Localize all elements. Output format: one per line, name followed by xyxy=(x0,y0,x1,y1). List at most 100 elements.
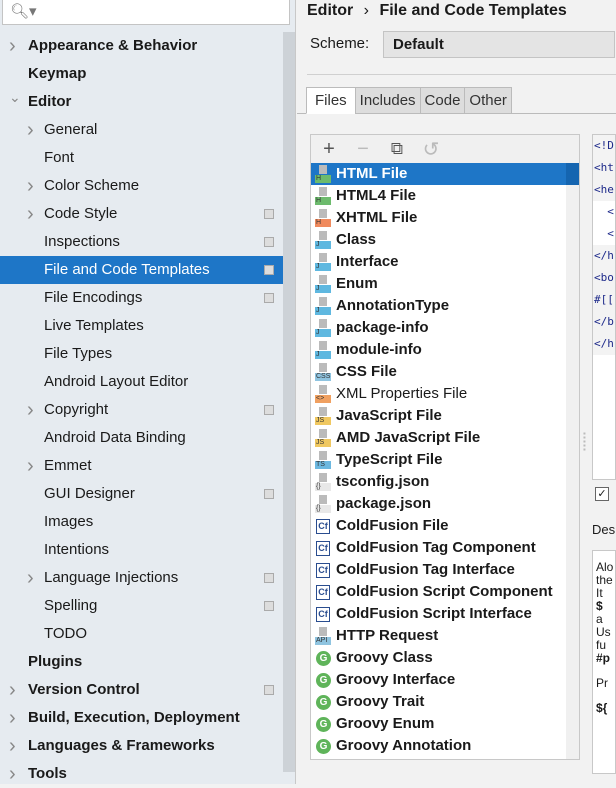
template-list-item[interactable]: <> XML Properties File xyxy=(311,383,579,405)
code-line: </h xyxy=(593,245,615,267)
sidebar-item[interactable]: File Types xyxy=(0,340,283,368)
template-list-item[interactable]: {} tsconfig.json xyxy=(311,471,579,493)
chevron-right-icon[interactable]: › xyxy=(27,564,34,592)
chevron-down-icon[interactable]: ⌄ xyxy=(9,83,21,111)
sidebar-item[interactable]: Font xyxy=(0,144,283,172)
sidebar-item[interactable]: GUI Designer xyxy=(0,480,283,508)
sidebar-item[interactable]: › Code Style xyxy=(0,200,283,228)
template-list-item[interactable]: CSS CSS File xyxy=(311,361,579,383)
sidebar-item[interactable]: › Languages & Frameworks xyxy=(0,732,283,760)
template-list-item[interactable]: JS JavaScript File xyxy=(311,405,579,427)
groovy-file-icon: G xyxy=(315,671,331,689)
tab-includes[interactable]: Includes xyxy=(354,87,421,114)
json-file-icon: {} xyxy=(315,473,331,491)
chevron-right-icon[interactable]: › xyxy=(27,396,34,424)
tab-code[interactable]: Code xyxy=(419,87,466,114)
template-list-item[interactable]: G Groovy Trait xyxy=(311,691,579,713)
splitter-handle[interactable]: ▪ ▪ ▪ ▪ ▪ xyxy=(583,430,586,454)
sidebar-item[interactable]: › Emmet xyxy=(0,452,283,480)
scrollbar-thumb[interactable] xyxy=(566,163,579,185)
template-list-item[interactable]: Jpackage-info xyxy=(311,317,579,339)
sidebar-scrollbar[interactable] xyxy=(283,32,295,772)
template-list-item[interactable]: JS AMD JavaScript File xyxy=(311,427,579,449)
java-file-icon: J xyxy=(315,231,331,249)
sidebar-item[interactable]: Inspections xyxy=(0,228,283,256)
copy-template-button[interactable]: ⧉ xyxy=(387,139,407,159)
cf-file-icon: Cf xyxy=(315,539,331,557)
settings-content: Editor › File and Code Templates Scheme:… xyxy=(297,0,616,784)
template-list-item[interactable]: Cf ColdFusion Script Component xyxy=(311,581,579,603)
template-list-item[interactable]: Cf ColdFusion Tag Interface xyxy=(311,559,579,581)
add-template-button[interactable]: + xyxy=(319,138,339,161)
scheme-label: Scheme: xyxy=(310,35,370,52)
template-list-item[interactable]: J Interface xyxy=(311,251,579,273)
scheme-dropdown[interactable]: Default xyxy=(383,31,615,58)
java-file-icon: J xyxy=(315,297,331,315)
description-line: ${ xyxy=(596,701,608,715)
code-line: #[[ xyxy=(593,289,615,311)
template-list-item[interactable]: J AnnotationType xyxy=(311,295,579,317)
chevron-right-icon[interactable]: › xyxy=(9,676,16,704)
project-copy-icon xyxy=(264,237,274,247)
template-list-item[interactable]: H HTML File xyxy=(311,163,579,185)
sidebar-item[interactable]: File and Code Templates xyxy=(0,256,283,284)
template-name: HTTP Request xyxy=(336,627,439,644)
chevron-right-icon[interactable]: › xyxy=(27,452,34,480)
css-file-icon: CSS xyxy=(315,363,331,381)
sidebar-item[interactable]: ⌄ Editor xyxy=(0,88,283,116)
template-name: Groovy Class xyxy=(336,649,433,666)
tab-files[interactable]: Files xyxy=(306,87,356,114)
sidebar-item[interactable]: Intentions xyxy=(0,536,283,564)
template-list-item[interactable]: Cf ColdFusion Tag Component xyxy=(311,537,579,559)
java-file-icon: J xyxy=(315,319,331,337)
sidebar-item[interactable]: Android Data Binding xyxy=(0,424,283,452)
template-list-item[interactable]: Jmodule-info xyxy=(311,339,579,361)
sidebar-item[interactable]: TODO xyxy=(0,620,283,648)
template-list-item[interactable]: G Groovy Annotation xyxy=(311,735,579,757)
template-list-item[interactable]: {} package.json xyxy=(311,493,579,515)
settings-search-input[interactable]: 🔍︎▾ xyxy=(2,0,290,25)
template-list-item[interactable]: TS TypeScript File xyxy=(311,449,579,471)
template-list-item[interactable]: G Groovy Interface xyxy=(311,669,579,691)
template-list-item[interactable]: Cf ColdFusion File xyxy=(311,515,579,537)
sidebar-item[interactable]: › Color Scheme xyxy=(0,172,283,200)
template-list-item[interactable]: G Groovy Class xyxy=(311,647,579,669)
sidebar-item[interactable]: › Build, Execution, Deployment xyxy=(0,704,283,732)
sidebar-item[interactable]: Keymap xyxy=(0,60,283,88)
chevron-right-icon[interactable]: › xyxy=(27,116,34,144)
sidebar-item[interactable]: File Encodings xyxy=(0,284,283,312)
template-list-item[interactable]: API HTTP Request xyxy=(311,625,579,647)
chevron-right-icon[interactable]: › xyxy=(9,32,16,60)
chevron-right-icon[interactable]: › xyxy=(9,732,16,760)
sidebar-item[interactable]: Android Layout Editor xyxy=(0,368,283,396)
sidebar-item-label: Code Style xyxy=(44,205,118,222)
chevron-right-icon[interactable]: › xyxy=(27,172,34,200)
template-name: Interface xyxy=(336,253,399,270)
breadcrumb-parent[interactable]: Editor xyxy=(307,2,353,19)
template-list-item[interactable]: J Enum xyxy=(311,273,579,295)
reset-template-button[interactable]: ↺ xyxy=(421,137,441,162)
sidebar-item[interactable]: Spelling xyxy=(0,592,283,620)
template-list-item[interactable]: H XHTML File xyxy=(311,207,579,229)
template-list-item[interactable]: Cf ColdFusion Script Interface xyxy=(311,603,579,625)
sidebar-item-label: Languages & Frameworks xyxy=(28,737,215,754)
sidebar-item[interactable]: Plugins xyxy=(0,648,283,676)
sidebar-item[interactable]: › Version Control xyxy=(0,676,283,704)
sidebar-item[interactable]: › Copyright xyxy=(0,396,283,424)
template-list-item[interactable]: G Groovy Enum xyxy=(311,713,579,735)
sidebar-item[interactable]: › Language Injections xyxy=(0,564,283,592)
remove-template-button[interactable]: − xyxy=(353,138,373,161)
tab-other[interactable]: Other xyxy=(464,87,512,114)
sidebar-item-label: Android Data Binding xyxy=(44,429,186,446)
chevron-right-icon[interactable]: › xyxy=(9,704,16,732)
sidebar-item[interactable]: › General xyxy=(0,116,283,144)
template-list-scrollbar[interactable] xyxy=(566,163,579,759)
template-code-editor[interactable]: <!D <ht <he < < </h <bo #[[</b </h xyxy=(592,134,616,480)
chevron-right-icon[interactable]: › xyxy=(27,200,34,228)
sidebar-item[interactable]: Images xyxy=(0,508,283,536)
template-list-item[interactable]: J Class xyxy=(311,229,579,251)
template-list-item[interactable]: H HTML4 File xyxy=(311,185,579,207)
sidebar-item[interactable]: Live Templates xyxy=(0,312,283,340)
reformat-checkbox[interactable]: ✓ xyxy=(595,487,609,501)
sidebar-item[interactable]: › Appearance & Behavior xyxy=(0,32,283,60)
